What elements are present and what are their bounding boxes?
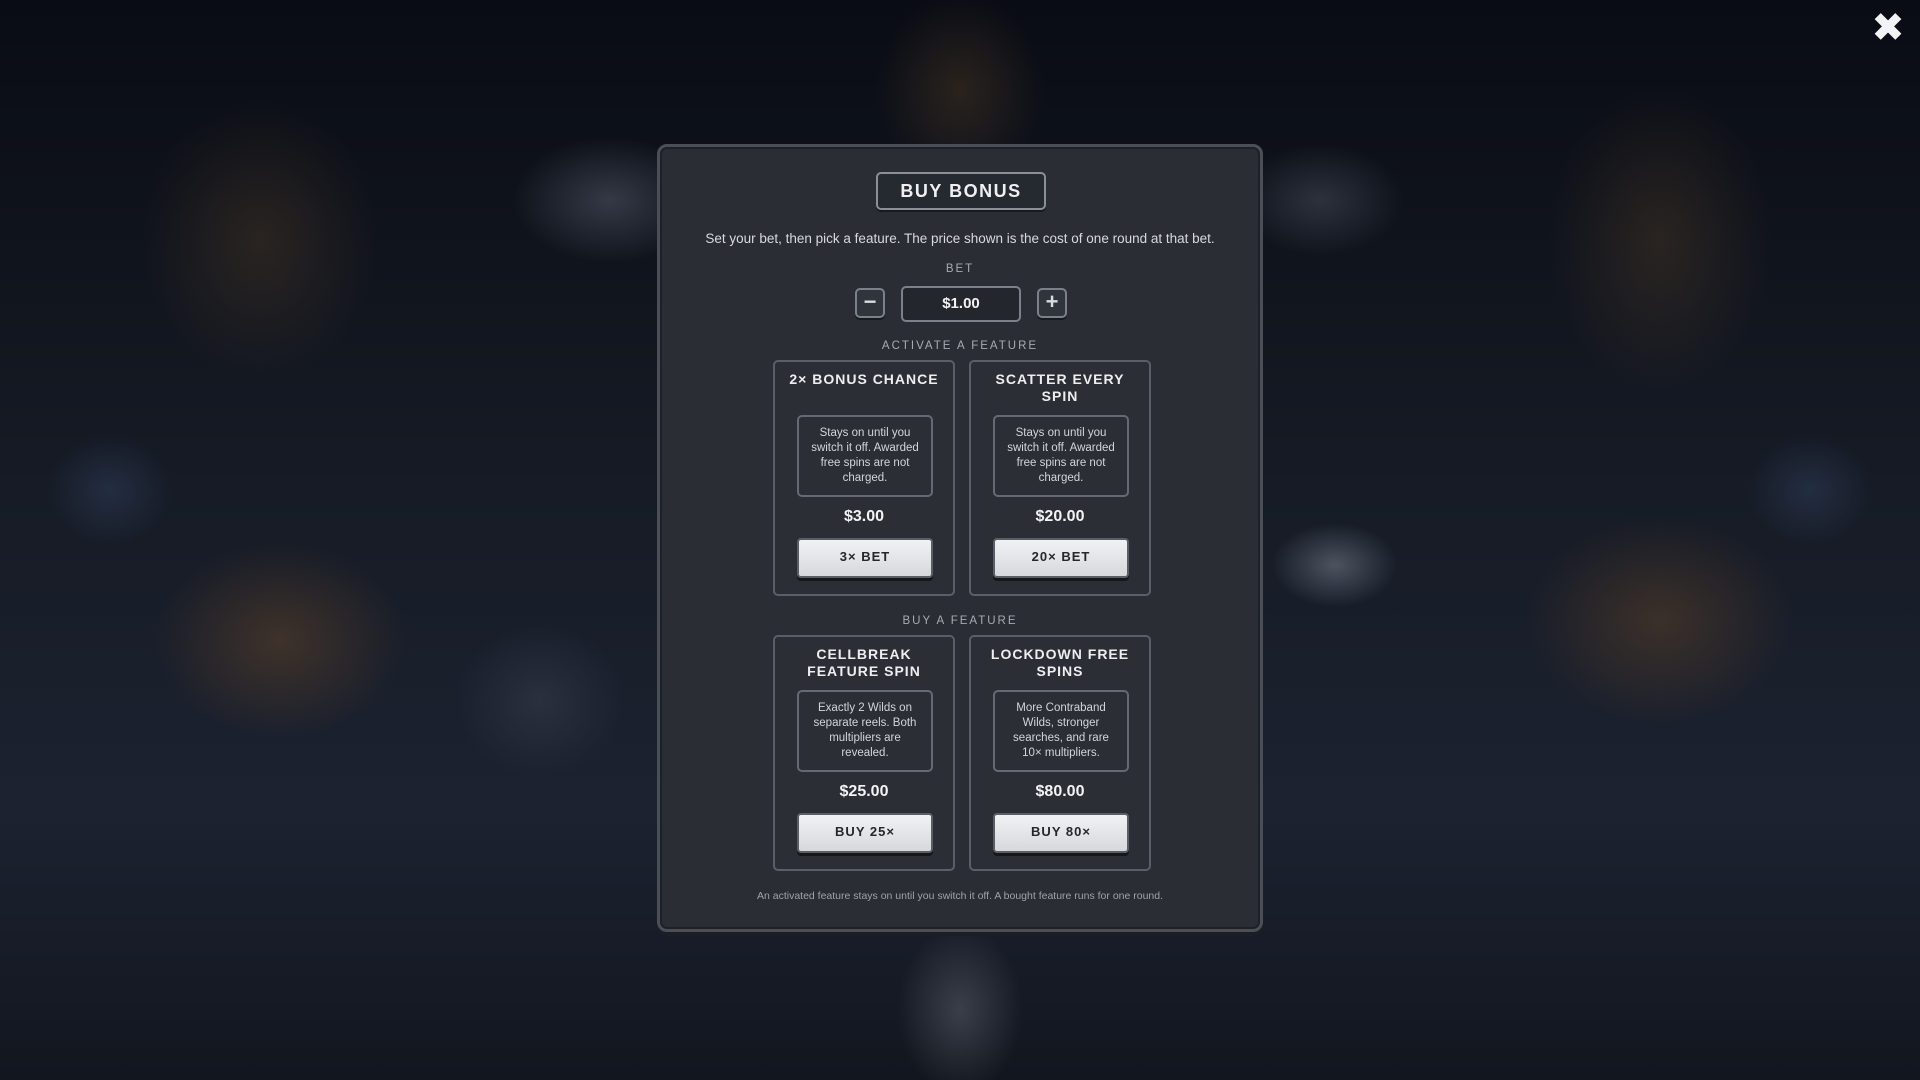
bet-value: $1.00 <box>901 286 1021 322</box>
card-price: $3.00 <box>843 508 885 525</box>
card-description: More Contraband Wilds, stronger searches… <box>993 690 1129 772</box>
feature-card-scatter-every-spin: SCATTER EVERY SPIN Stays on until you sw… <box>969 360 1151 596</box>
feature-card-cellbreak: CELLBREAK FEATURE SPIN Exactly 2 Wilds o… <box>773 635 955 871</box>
buy-feature-label: BUY A FEATURE <box>902 615 1018 627</box>
increase-bet-button[interactable]: + <box>1037 288 1067 318</box>
card-price: $80.00 <box>1035 783 1085 800</box>
modal-title: BUY BONUS <box>876 172 1046 210</box>
modal-subtitle: Set your bet, then pick a feature. The p… <box>705 231 1215 246</box>
feature-card-lockdown: LOCKDOWN FREE SPINS More Contraband Wild… <box>969 635 1151 871</box>
buy-lockdown-button[interactable]: BUY 80× <box>993 813 1129 853</box>
card-description: Stays on until you switch it off. Awarde… <box>993 415 1129 497</box>
close-icon[interactable]: ✖ <box>1868 8 1908 48</box>
card-title: CELLBREAK FEATURE SPIN <box>807 646 921 679</box>
minus-icon: − <box>863 289 877 314</box>
card-price: $20.00 <box>1035 508 1085 525</box>
activate-feature-label: ACTIVATE A FEATURE <box>881 340 1039 352</box>
activate-bonus-chance-button[interactable]: 3× BET <box>797 538 933 578</box>
activate-scatter-every-spin-button[interactable]: 20× BET <box>993 538 1129 578</box>
card-title: LOCKDOWN FREE SPINS <box>990 646 1130 679</box>
card-description: Stays on until you switch it off. Awarde… <box>797 415 933 497</box>
plus-icon: + <box>1045 289 1059 314</box>
buy-cellbreak-button[interactable]: BUY 25× <box>797 813 933 853</box>
card-description: Exactly 2 Wilds on separate reels. Both … <box>797 690 933 772</box>
card-price: $25.00 <box>839 783 889 800</box>
feature-card-bonus-chance: 2× BONUS CHANCE Stays on until you switc… <box>773 360 955 596</box>
decrease-bet-button[interactable]: − <box>855 288 885 318</box>
modal-footnote: An activated feature stays on until you … <box>756 890 1164 902</box>
card-title: 2× BONUS CHANCE <box>789 371 939 387</box>
buy-bonus-modal: BUY BONUS Set your bet, then pick a feat… <box>657 144 1263 932</box>
bet-label: BET <box>945 263 975 275</box>
bet-control: − $1.00 + <box>660 284 1260 322</box>
card-title: SCATTER EVERY SPIN <box>995 371 1125 404</box>
